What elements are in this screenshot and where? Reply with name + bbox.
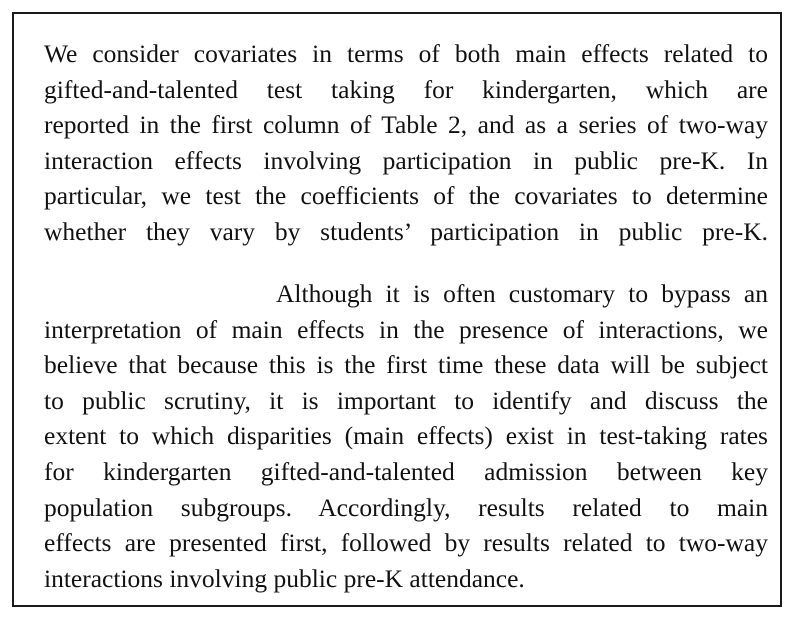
paragraph-2-line-4: to public scrutiny, it is important to i… <box>44 385 768 415</box>
paragraph-2-line-1: Although it is often customary to bypass… <box>276 279 768 308</box>
paragraph-2-line-7: population subgroups. Accordingly, resul… <box>44 492 768 522</box>
paragraph-1-line-1: We consider covariates in terms of both … <box>44 39 768 68</box>
paragraph-2-line-9: interactions involving public pre-K atte… <box>44 563 525 593</box>
paragraph-2-line-5: extent to which disparities (main effect… <box>44 421 768 451</box>
paragraph-1-line-3: reported in the first column of Table 2,… <box>44 110 768 140</box>
paragraph-1-line-6: whether they vary by students’ participa… <box>44 216 768 246</box>
paragraph-2-line-3: believe that because this is the first t… <box>44 350 768 380</box>
paragraph-2-line-8: effects are presented first, followed by… <box>44 528 768 558</box>
paragraph-1-line-5: particular, we test the coefficients of … <box>44 181 768 211</box>
paragraph-2-line-6: for kindergarten gifted-and-talented adm… <box>44 456 768 486</box>
paragraph-2-line-2: interpretation of main effects in the pr… <box>44 314 768 344</box>
paragraph-2: Although it is often customary to bypass… <box>44 276 768 596</box>
paragraph-1-line-4: interaction effects involving participat… <box>44 145 768 175</box>
text-frame: We consider covariates in terms of both … <box>12 12 782 607</box>
paragraph-1: We consider covariates in terms of both … <box>44 36 768 250</box>
paragraph-1-line-2: gifted-and-talented test taking for kind… <box>44 74 768 104</box>
